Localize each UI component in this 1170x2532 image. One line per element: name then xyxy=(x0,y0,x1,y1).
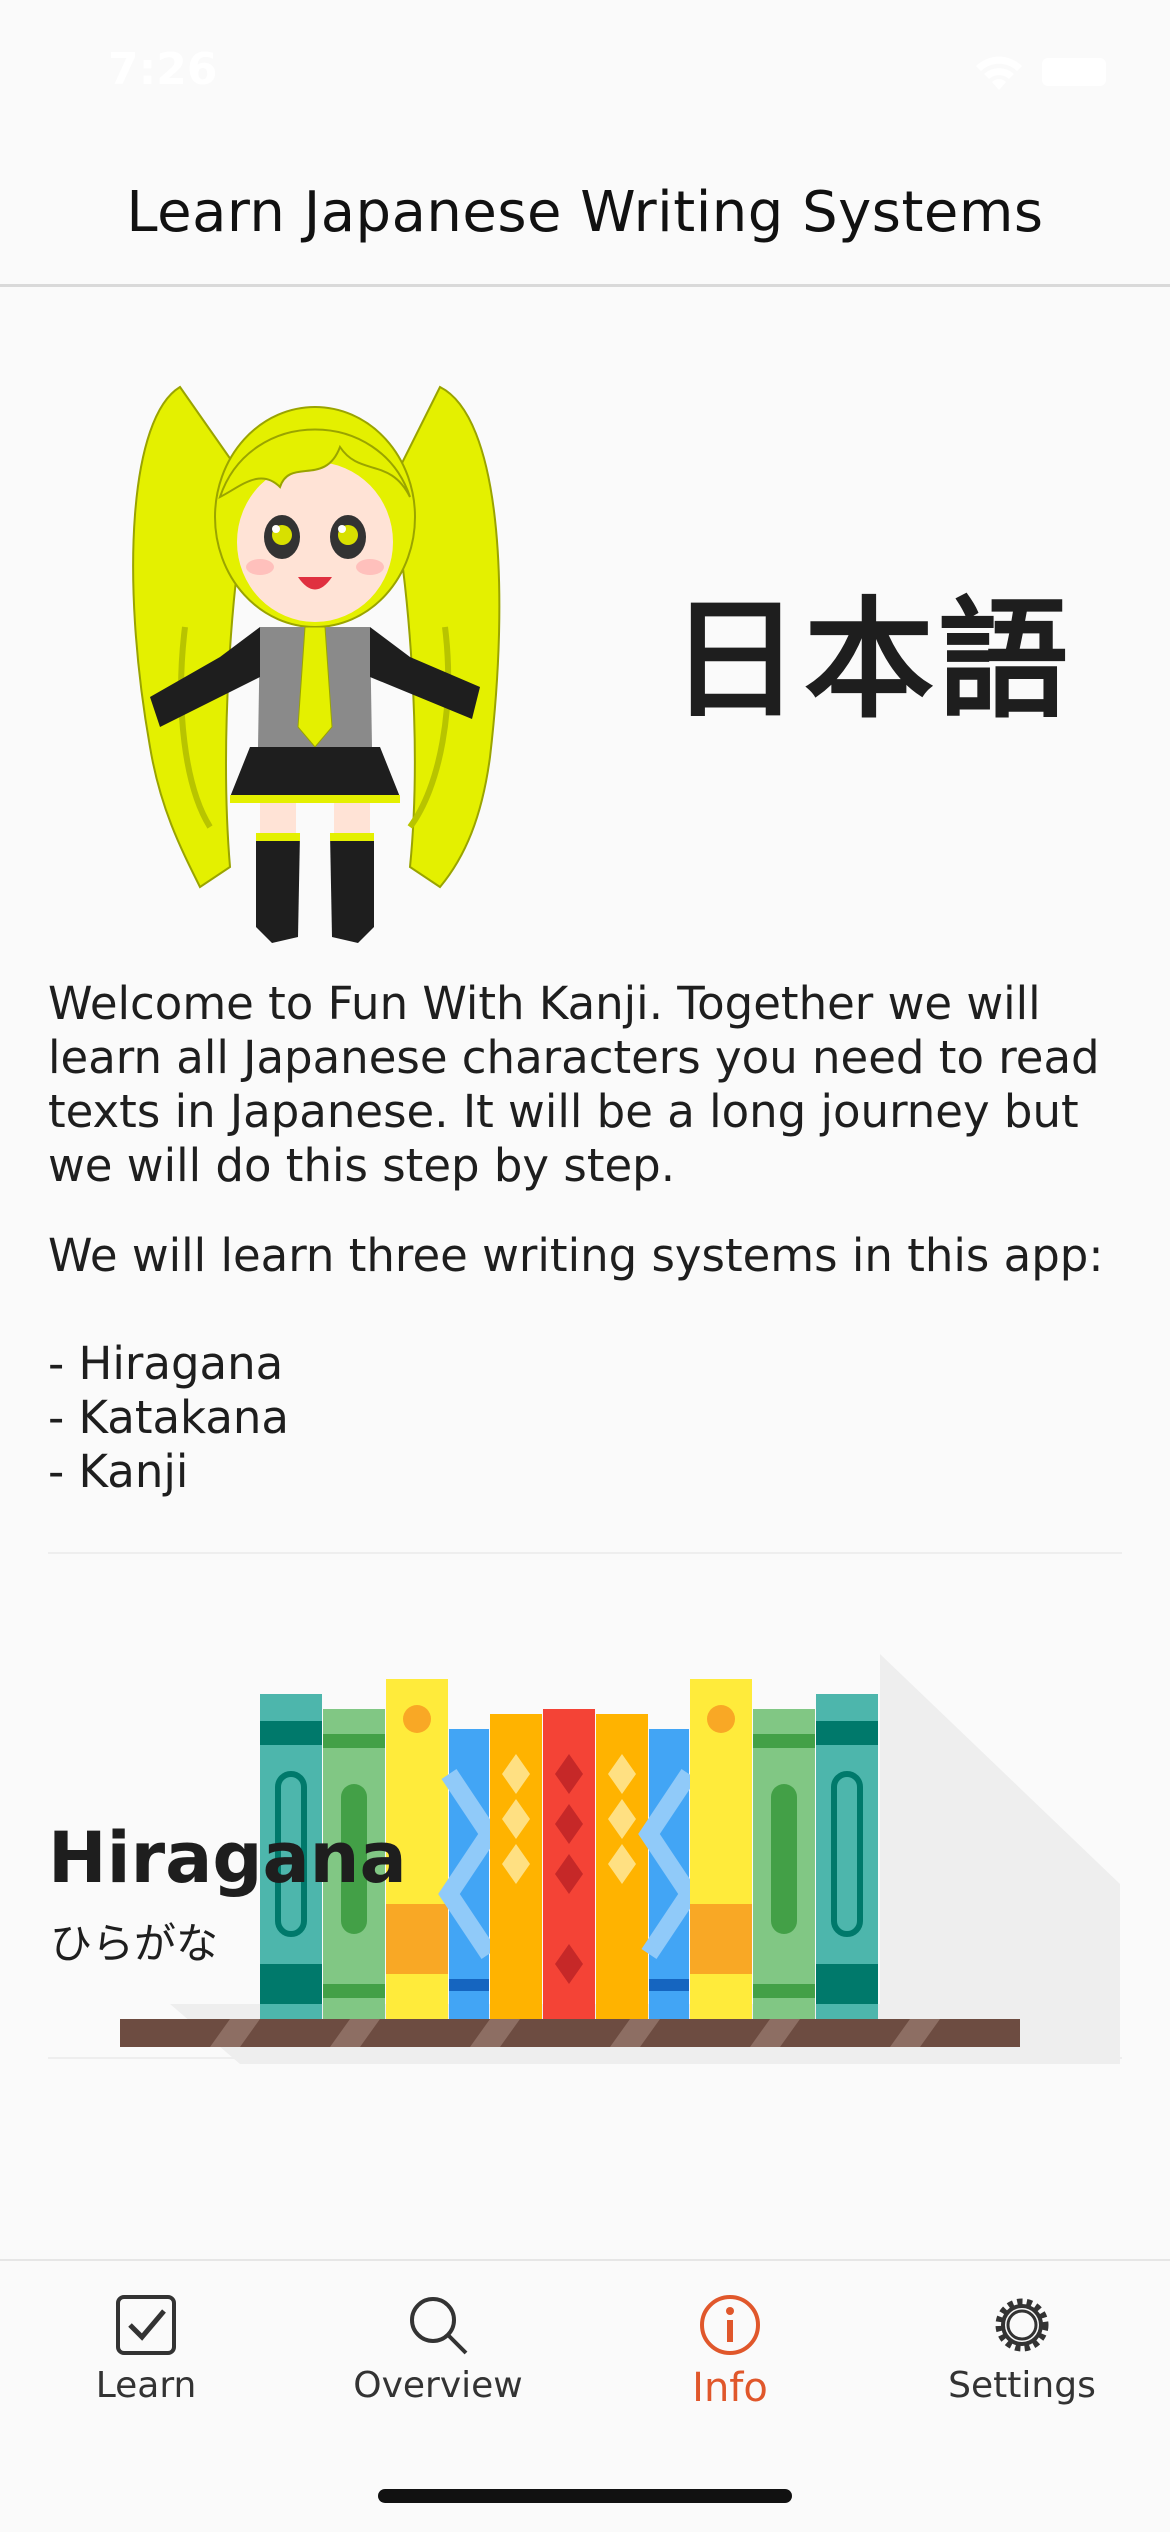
tab-label: Info xyxy=(692,2365,768,2411)
tab-overview[interactable]: Overview xyxy=(318,2293,558,2423)
gear-icon xyxy=(995,2298,1049,2352)
wifi-icon xyxy=(976,56,1022,90)
app-screen: 7:26 Learn Japanese Writing Systems 日本語 … xyxy=(0,0,1170,2532)
tab-learn[interactable]: Learn xyxy=(26,2293,266,2423)
section-subtitle: ひらがな xyxy=(50,1919,219,1968)
info-content[interactable]: 日本語 Welcome to Fun With Kanji. Together … xyxy=(0,287,1170,2259)
section-title: Hiragana xyxy=(48,1817,407,1899)
divider xyxy=(48,2057,1122,2059)
home-indicator[interactable] xyxy=(378,2489,792,2503)
status-bar: 7:26 xyxy=(0,0,1170,140)
japanese-word: 日本語 xyxy=(670,584,1073,736)
intro-text: Welcome to Fun With Kanji. Together we w… xyxy=(48,977,1128,1499)
divider xyxy=(48,1552,1122,1554)
intro-paragraph: Welcome to Fun With Kanji. Together we w… xyxy=(48,977,1100,1192)
checkbox-icon xyxy=(116,2295,176,2355)
app-header: Learn Japanese Writing Systems xyxy=(0,140,1170,287)
tab-label: Learn xyxy=(95,2365,197,2406)
list-item: - Katakana xyxy=(48,1391,289,1444)
mascot-illustration xyxy=(132,385,501,943)
search-icon xyxy=(410,2297,468,2355)
tab-label: Overview xyxy=(353,2365,523,2406)
list-item: - Kanji xyxy=(48,1445,189,1498)
page-title: Learn Japanese Writing Systems xyxy=(126,179,1044,245)
writing-systems-list: - Hiragana - Katakana - Kanji xyxy=(48,1337,1128,1499)
writing-systems-intro: We will learn three writing systems in t… xyxy=(48,1229,1104,1282)
tab-info[interactable]: Info xyxy=(610,2293,850,2423)
status-time: 7:26 xyxy=(108,44,218,95)
list-item: - Hiragana xyxy=(48,1337,284,1390)
battery-icon xyxy=(1042,58,1106,86)
info-icon xyxy=(700,2295,760,2355)
tab-settings[interactable]: Settings xyxy=(902,2293,1142,2423)
tab-label: Settings xyxy=(948,2365,1096,2406)
